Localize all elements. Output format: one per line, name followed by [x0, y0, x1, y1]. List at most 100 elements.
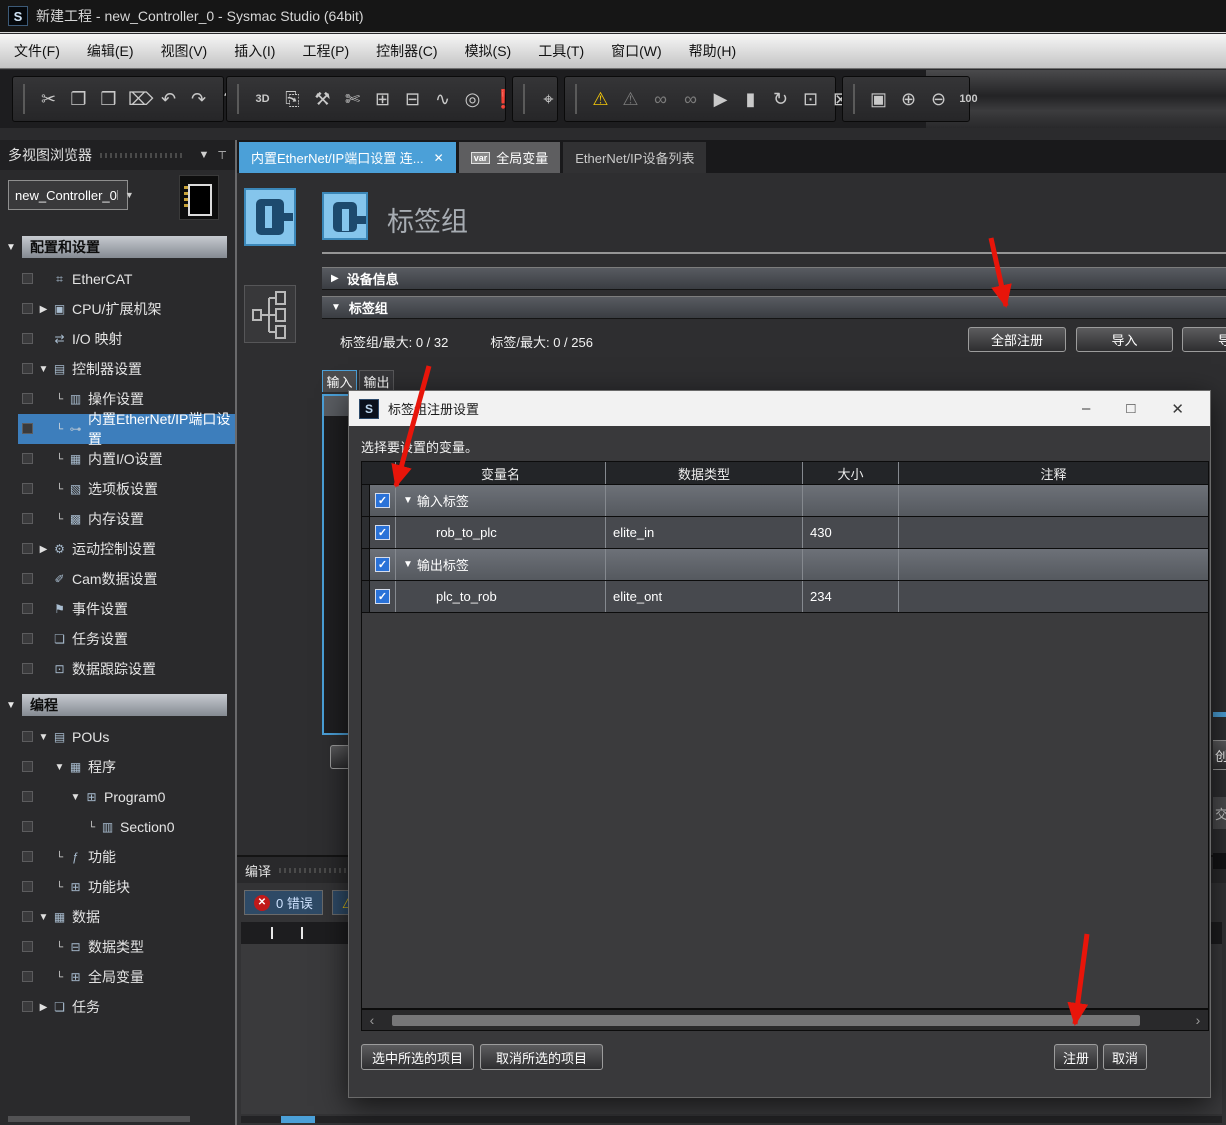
sidebar-item-builtin-io-settings[interactable]: └▦内置I/O设置 [0, 444, 235, 474]
menu-project[interactable]: 工程(P) [302, 41, 349, 61]
section-config-row[interactable]: ▼ 配置和设置 [0, 236, 235, 258]
sidebar-item-event-settings[interactable]: ⚑事件设置 [0, 594, 235, 624]
zoom-100-icon[interactable]: 100 [958, 93, 979, 105]
sidebar-item-data-trace-settings[interactable]: ⊡数据跟踪设置 [0, 654, 235, 684]
dialog-title-bar[interactable]: S 标签组注册设置 – □ ✕ [349, 391, 1210, 426]
export-button[interactable]: 导出 [1182, 327, 1226, 352]
collapse-icon[interactable]: ▼ [6, 700, 18, 711]
sidebar-item-pous[interactable]: ▼▤POUs [0, 722, 235, 752]
expand-icon[interactable]: ▶ [36, 1002, 51, 1013]
collapse-icon[interactable]: ▼ [52, 762, 67, 773]
collapse-icon[interactable]: ▼ [36, 732, 51, 743]
collapse-icon[interactable]: ▼ [36, 364, 51, 375]
program-mode-icon[interactable]: ▮ [740, 89, 761, 110]
section-tag-group[interactable]: ▼ 标签组 [322, 296, 1226, 319]
table-row-input-tags[interactable]: ✓ ▼输入标签 [361, 485, 1209, 517]
synchronize-icon[interactable]: ↻ [770, 89, 791, 110]
menu-view[interactable]: 视图(V) [161, 41, 208, 61]
collapse-icon[interactable]: ▼ [6, 242, 18, 253]
build-icon[interactable]: ⚒ [312, 89, 333, 110]
sidebar-item-programs[interactable]: ▼▦程序 [0, 752, 235, 782]
table-row-output-tags[interactable]: ✓ ▼输出标签 [361, 549, 1209, 581]
close-icon[interactable]: ✕ [434, 151, 444, 165]
3d-view-icon[interactable]: 3D [252, 93, 273, 105]
run-mode-icon[interactable]: ▶ [710, 89, 731, 110]
menu-window[interactable]: 窗口(W) [611, 41, 662, 61]
sidebar-item-cpu-rack[interactable]: ▶▣CPU/扩展机架 [0, 294, 235, 324]
monitor-stop-icon[interactable]: ∞ [680, 89, 701, 110]
tab-global-variables[interactable]: var 全局变量 [459, 142, 561, 173]
dialog-hscrollbar[interactable]: ‹ › [361, 1009, 1209, 1031]
collapse-icon[interactable]: ▼ [36, 912, 51, 923]
controller-select[interactable]: new_Controller_0 ▼ [8, 180, 128, 210]
table-row-plc-to-rob[interactable]: ✓ plc_to_rob elite_ont 234 [361, 581, 1209, 613]
sidebar-item-option-board-settings[interactable]: └▧选项板设置 [0, 474, 235, 504]
sidebar-item-global-variables[interactable]: └⊞全局变量 [0, 962, 235, 992]
io-map-icon[interactable]: ⊟ [402, 89, 423, 110]
scroll-thumb[interactable] [281, 1116, 315, 1123]
chevron-down-icon[interactable]: ▼ [199, 149, 210, 161]
search-icon[interactable]: ◎ [462, 89, 483, 110]
rebuild-icon[interactable]: ✄ [342, 89, 363, 110]
monitor-icon[interactable]: ∞ [650, 89, 671, 110]
sidebar-item-io-map[interactable]: ⇄I/O 映射 [0, 324, 235, 354]
row-checkbox[interactable]: ✓ [375, 493, 390, 508]
menu-file[interactable]: 文件(F) [14, 41, 60, 61]
scroll-thumb[interactable] [392, 1015, 1140, 1026]
register-button[interactable]: 注册 [1054, 1044, 1098, 1070]
sidebar-item-data-types[interactable]: └⊟数据类型 [0, 932, 235, 962]
redo-icon[interactable]: ↷ [188, 89, 209, 110]
menu-controller[interactable]: 控制器(C) [376, 41, 437, 61]
sidebar-item-functions[interactable]: └ƒ功能 [0, 842, 235, 872]
menu-insert[interactable]: 插入(I) [234, 41, 275, 61]
row-checkbox[interactable]: ✓ [375, 557, 390, 572]
sidebar-item-section0[interactable]: └▥Section0 [0, 812, 235, 842]
delete-icon[interactable]: ⌦ [128, 89, 149, 110]
sidebar-item-ethercat[interactable]: ⌗EtherCAT [0, 264, 235, 294]
sidebar-item-cam-data-settings[interactable]: ✐Cam数据设置 [0, 564, 235, 594]
tab-ethernet-ip-device-list[interactable]: EtherNet/IP设备列表 [563, 142, 706, 173]
deselect-checked-items-button[interactable]: 取消所选的项目 [480, 1044, 603, 1070]
section-device-info[interactable]: ▶ 设备信息 [322, 267, 1226, 290]
subtab-input[interactable]: 输入 [322, 370, 357, 392]
sidebar-item-memory-settings[interactable]: └▩内存设置 [0, 504, 235, 534]
cut-icon[interactable]: ✂ [38, 89, 59, 110]
sidebar-item-data[interactable]: ▼▦数据 [0, 902, 235, 932]
go-offline-icon[interactable]: ⚠ [620, 89, 641, 110]
minimize-icon[interactable]: – [1082, 400, 1090, 418]
import-button[interactable]: 导入 [1076, 327, 1173, 352]
zoom-fit-icon[interactable]: ▣ [868, 89, 889, 110]
connection-view-button[interactable] [244, 285, 296, 343]
sidebar-item-controller-setup[interactable]: ▼▤控制器设置 [0, 354, 235, 384]
section-programming-row[interactable]: ▼ 编程 [0, 694, 235, 716]
sidebar-item-motion-control-setup[interactable]: ▶⚙运动控制设置 [0, 534, 235, 564]
abort-icon[interactable]: ❗ [492, 89, 513, 110]
program-check-icon[interactable]: ⊞ [372, 89, 393, 110]
copy-icon[interactable]: ❐ [68, 89, 89, 110]
expand-icon[interactable]: ▶ [36, 304, 51, 315]
tab-ethernet-ip-port-settings[interactable]: 内置EtherNet/IP端口设置 连... ✕ [239, 142, 456, 173]
row-checkbox[interactable]: ✓ [375, 525, 390, 540]
subtab-output[interactable]: 输出 [359, 370, 394, 392]
collapse-icon[interactable]: ▼ [403, 495, 413, 506]
paste-icon[interactable]: ❒ [98, 89, 119, 110]
tag-group-view-button[interactable] [244, 188, 296, 246]
expand-icon[interactable]: ▶ [36, 544, 51, 555]
new-window-icon[interactable]: ⎘ [282, 89, 303, 110]
collapse-icon[interactable]: ▼ [331, 302, 341, 313]
undo-icon[interactable]: ↶ [158, 89, 179, 110]
zoom-out-icon[interactable]: ⊖ [928, 89, 949, 110]
table-row-rob-to-plc[interactable]: ✓ rob_to_plc elite_in 430 [361, 517, 1209, 549]
menu-help[interactable]: 帮助(H) [689, 41, 736, 61]
pin-icon[interactable]: ⊤ [217, 149, 227, 162]
sidebar-item-program0[interactable]: ▼⊞Program0 [0, 782, 235, 812]
sidebar-item-builtin-ethernet-ip-port-settings[interactable]: └⊶内置EtherNet/IP端口设置 [0, 414, 235, 444]
transfer-to-controller-icon[interactable]: ⊡ [800, 89, 821, 110]
zoom-in-icon[interactable]: ⊕ [898, 89, 919, 110]
sidebar-item-tasks[interactable]: ▶❏任务 [0, 992, 235, 1022]
go-online-icon[interactable]: ⚠ [590, 89, 611, 110]
close-icon[interactable]: ✕ [1171, 400, 1184, 418]
build-hscrollbar[interactable] [241, 1116, 1222, 1123]
scroll-left-icon[interactable]: ‹ [364, 1011, 380, 1029]
watch-window-icon[interactable]: ∿ [432, 89, 453, 110]
